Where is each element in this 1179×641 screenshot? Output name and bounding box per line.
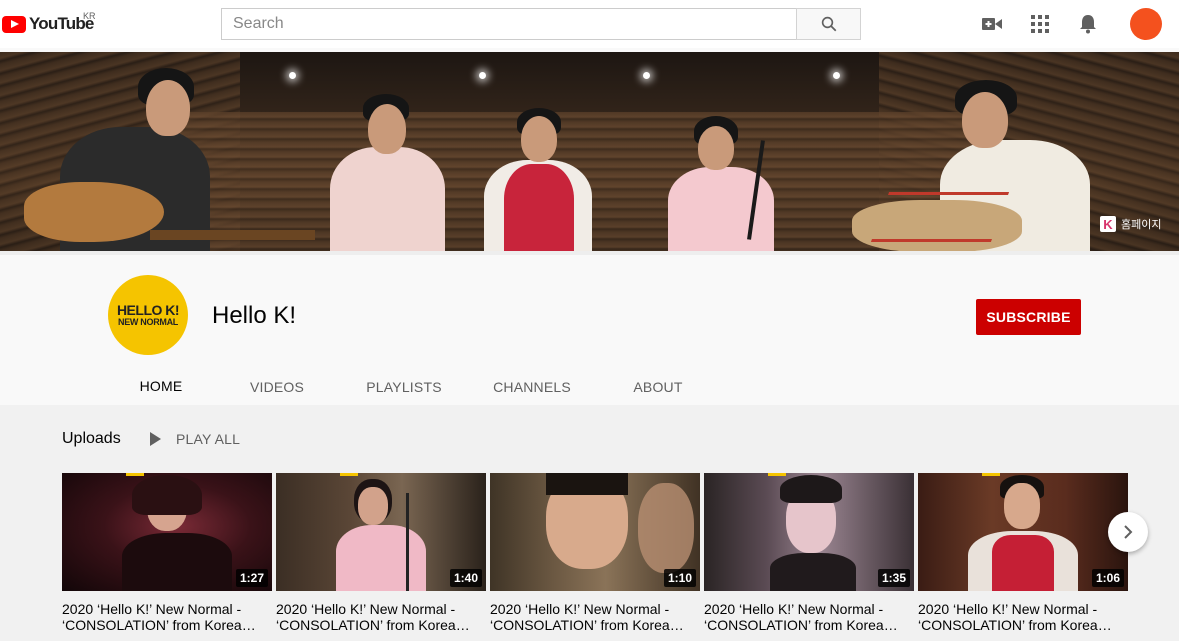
play-icon: [150, 432, 161, 446]
play-all-label: PLAY ALL: [176, 431, 241, 447]
thumbnail-body: [122, 533, 232, 591]
banner-homepage-link[interactable]: K 홈페이지: [1100, 216, 1161, 232]
youtube-logo[interactable]: YouTube KR: [2, 11, 96, 35]
thumbnail-haegeum: [406, 493, 409, 591]
tab-about[interactable]: ABOUT: [596, 365, 720, 409]
tab-videos[interactable]: VIDEOS: [214, 365, 340, 409]
search-placeholder: Search: [233, 15, 284, 32]
country-code: KR: [83, 11, 96, 21]
guitar: [24, 182, 164, 242]
video-title-line2[interactable]: ‘CONSOLATION’ from Korea…: [490, 617, 700, 633]
video-duration: 1:40: [449, 569, 482, 587]
video-title-line2[interactable]: ‘CONSOLATION’ from Korea…: [918, 617, 1128, 633]
performer-face: [962, 92, 1008, 148]
video-card[interactable]: 1:27 2020 ‘Hello K!’ New Normal - ‘CONSO…: [62, 473, 272, 633]
stage-light: [643, 72, 650, 79]
homepage-logo-icon: K: [1100, 216, 1116, 232]
video-duration: 1:10: [663, 569, 696, 587]
tab-playlists[interactable]: PLAYLISTS: [340, 365, 468, 409]
masthead: YouTube KR Search: [0, 0, 1179, 48]
channel-name: Hello K!: [212, 302, 297, 329]
create-video-icon[interactable]: [980, 12, 1004, 36]
thumbnail-accent: [768, 473, 786, 476]
video-thumbnail[interactable]: 1:10: [490, 473, 700, 591]
shelf-next-button[interactable]: [1108, 512, 1148, 552]
channel-avatar[interactable]: HELLO K! NEW NORMAL: [108, 275, 188, 355]
stage-light: [833, 72, 840, 79]
shelf-title[interactable]: Uploads: [62, 430, 121, 448]
thumbnail-face: [358, 487, 388, 525]
thumbnail-hair: [132, 475, 202, 515]
channel-tabs: HOME VIDEOS PLAYLISTS CHANNELS ABOUT: [108, 365, 720, 409]
thumbnail-body: [336, 525, 426, 591]
video-title-line2[interactable]: ‘CONSOLATION’ from Korea…: [276, 617, 486, 633]
tab-channels[interactable]: CHANNELS: [468, 365, 596, 409]
video-card[interactable]: 1:40 2020 ‘Hello K!’ New Normal - ‘CONSO…: [276, 473, 486, 633]
video-thumbnail[interactable]: 1:35: [704, 473, 914, 591]
video-title-line2[interactable]: ‘CONSOLATION’ from Korea…: [62, 617, 272, 633]
thumbnail-accent: [982, 473, 1000, 476]
stage-light: [479, 72, 486, 79]
chevron-right-icon: [1124, 525, 1133, 539]
video-duration: 1:06: [1091, 569, 1124, 587]
video-card[interactable]: 1:10 2020 ‘Hello K!’ New Normal - ‘CONSO…: [490, 473, 700, 633]
search-input[interactable]: Search: [221, 8, 797, 40]
thumbnail-accent: [340, 473, 358, 476]
stage-light: [289, 72, 296, 79]
apps-grid-icon[interactable]: [1028, 12, 1052, 36]
notifications-bell-icon[interactable]: [1076, 12, 1100, 36]
thumbnail-face: [1004, 483, 1040, 529]
performer-face: [698, 126, 734, 170]
thumbnail-hair: [780, 475, 842, 503]
youtube-play-icon: [2, 15, 26, 33]
search-icon: [821, 16, 836, 32]
video-thumbnail[interactable]: 1:06: [918, 473, 1128, 591]
video-thumbnail[interactable]: 1:40: [276, 473, 486, 591]
subscribe-button[interactable]: SUBSCRIBE: [976, 299, 1081, 335]
channel-banner: K 홈페이지: [0, 52, 1179, 251]
play-all-button[interactable]: PLAY ALL: [150, 431, 240, 447]
performer-face: [368, 104, 406, 154]
thumbnail-hair: [546, 473, 628, 495]
video-duration: 1:35: [877, 569, 910, 587]
thumbnail-accent: [126, 473, 144, 476]
thumbnail-vest: [992, 535, 1054, 591]
thumbnail-face-reflection: [638, 483, 694, 573]
video-title-line2[interactable]: ‘CONSOLATION’ from Korea…: [704, 617, 914, 633]
channel-avatar-line1: HELLO K!: [116, 301, 180, 318]
channel-header: HELLO K! NEW NORMAL Hello K! SUBSCRIBE H…: [0, 251, 1179, 409]
video-title-line1[interactable]: 2020 ‘Hello K!’ New Normal -: [490, 601, 700, 617]
video-card[interactable]: 1:06 2020 ‘Hello K!’ New Normal - ‘CONSO…: [918, 473, 1128, 633]
video-title-line1[interactable]: 2020 ‘Hello K!’ New Normal -: [62, 601, 272, 617]
thumbnail-body: [770, 553, 856, 591]
performer-face: [146, 80, 190, 136]
homepage-link-label: 홈페이지: [1121, 219, 1162, 231]
video-title-line1[interactable]: 2020 ‘Hello K!’ New Normal -: [704, 601, 914, 617]
channel-avatar-line2: NEW NORMAL: [118, 316, 178, 327]
video-duration: 1:27: [235, 569, 268, 587]
video-title-line1[interactable]: 2020 ‘Hello K!’ New Normal -: [276, 601, 486, 617]
account-avatar[interactable]: [1130, 8, 1162, 40]
performer-hanbok-pink: [330, 147, 445, 251]
uploads-shelf: Uploads PLAY ALL 1:27 2020 ‘Hello K!’ Ne…: [0, 405, 1179, 641]
video-thumbnail[interactable]: 1:27: [62, 473, 272, 591]
performer-face: [521, 116, 557, 162]
guitar-neck: [150, 230, 315, 240]
drum-rope: [870, 192, 1010, 242]
tab-home[interactable]: HOME: [108, 365, 214, 409]
search-button[interactable]: [796, 8, 861, 40]
video-title-line1[interactable]: 2020 ‘Hello K!’ New Normal -: [918, 601, 1128, 617]
performer-vest-red: [504, 164, 574, 251]
video-card[interactable]: 1:35 2020 ‘Hello K!’ New Normal - ‘CONSO…: [704, 473, 914, 633]
